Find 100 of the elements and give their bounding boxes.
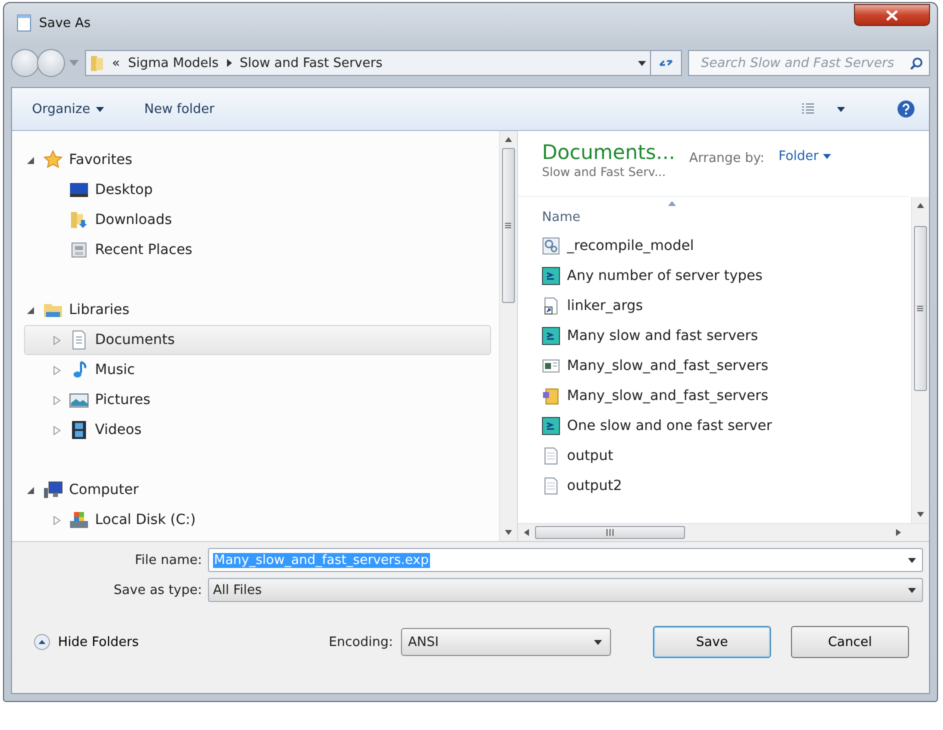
- nav-item[interactable]: Pictures: [24, 385, 491, 415]
- file-name[interactable]: Any number of server types: [567, 268, 763, 284]
- nav-item-label: Videos: [95, 422, 142, 438]
- refresh-icon: [658, 57, 674, 69]
- folder-icon: [90, 54, 104, 72]
- expand-arrow-icon[interactable]: [53, 426, 61, 434]
- window-file-icon: [542, 357, 560, 375]
- file-name-value: Many_slow_and_fast_servers.exp: [213, 552, 430, 568]
- nav-group[interactable]: Libraries: [24, 295, 491, 325]
- caret-icon: [837, 106, 845, 112]
- breadcrumb-item[interactable]: Slow and Fast Servers: [240, 56, 382, 70]
- sort-arrow-icon: [668, 201, 676, 206]
- search-box[interactable]: Search Slow and Fast Servers: [688, 50, 930, 76]
- nav-item-label: Local Disk (C:): [95, 512, 196, 528]
- collapse-arrow-icon[interactable]: [27, 156, 35, 164]
- column-header[interactable]: Name: [542, 210, 580, 225]
- help-icon[interactable]: [897, 100, 915, 118]
- scrollbar[interactable]: [499, 131, 517, 541]
- new-folder-button[interactable]: New folder: [142, 98, 216, 120]
- file-name[interactable]: linker_args: [567, 298, 643, 314]
- refresh-button[interactable]: [650, 50, 682, 76]
- save-as-type-dropdown[interactable]: All Files: [208, 578, 923, 602]
- nav-group-label: Computer: [69, 482, 139, 498]
- nav-group-label: Libraries: [69, 302, 130, 318]
- caret-icon: [638, 60, 646, 66]
- file-name[interactable]: One slow and one fast server: [567, 418, 772, 434]
- window-title: Save As: [39, 16, 92, 30]
- scroll-down-icon[interactable]: [917, 512, 924, 517]
- close-icon: [886, 10, 898, 20]
- folder-download-icon: [69, 210, 89, 230]
- film-strip-icon: [69, 420, 89, 440]
- file-name[interactable]: Many slow and fast servers: [567, 328, 758, 344]
- chevron-up-icon: [34, 634, 50, 650]
- close-button[interactable]: [854, 4, 930, 26]
- scroll-up-icon[interactable]: [505, 137, 512, 142]
- scroll-up-icon[interactable]: [917, 203, 924, 208]
- encoding-label: Encoding:: [328, 634, 393, 650]
- file-name[interactable]: output: [567, 448, 614, 464]
- gear-file-icon: [542, 237, 560, 255]
- nav-item[interactable]: Music: [24, 355, 491, 385]
- cancel-button[interactable]: Cancel: [791, 626, 909, 658]
- file-name[interactable]: _recompile_model: [567, 238, 694, 254]
- text-file-icon: [542, 447, 560, 465]
- nav-item-label: Pictures: [95, 392, 150, 408]
- file-name[interactable]: Many_slow_and_fast_servers: [567, 388, 768, 404]
- save-as-type-label: Save as type:: [112, 582, 202, 598]
- nav-item[interactable]: Recent Places: [24, 235, 491, 265]
- caret-icon: [908, 588, 916, 592]
- file-name[interactable]: Many_slow_and_fast_servers: [567, 358, 768, 374]
- expand-arrow-icon[interactable]: [53, 396, 61, 404]
- expand-arrow-icon[interactable]: [53, 516, 61, 524]
- expand-arrow-icon[interactable]: [53, 336, 61, 344]
- arrange-by-label: Arrange by:: [689, 151, 764, 166]
- nav-item[interactable]: Local Disk (C:): [24, 505, 491, 535]
- hard-disk-icon: [69, 510, 89, 530]
- scroll-left-icon[interactable]: [524, 529, 529, 536]
- nav-item[interactable]: Downloads: [24, 205, 491, 235]
- nav-item-label: Desktop: [95, 182, 153, 198]
- collapse-arrow-icon[interactable]: [27, 486, 35, 494]
- hide-folders-button[interactable]: Hide Folders: [34, 634, 139, 650]
- back-button[interactable]: [11, 49, 39, 77]
- scroll-down-icon[interactable]: [505, 530, 512, 535]
- file-name-label: File name:: [134, 552, 202, 568]
- model-file-icon: [542, 327, 560, 345]
- nav-item[interactable]: Desktop: [24, 175, 491, 205]
- scroll-right-icon[interactable]: [896, 529, 901, 536]
- scrollbar-grip-icon: [917, 305, 924, 312]
- nav-item-label: Recent Places: [95, 242, 192, 258]
- scrollbar[interactable]: [518, 523, 929, 541]
- encoding-dropdown[interactable]: ANSI: [401, 628, 611, 656]
- nav-item[interactable]: Videos: [24, 415, 491, 445]
- nav-item-label: Music: [95, 362, 135, 378]
- search-field[interactable]: Search Slow and Fast Servers: [699, 54, 910, 72]
- nav-item[interactable]: Documents: [24, 325, 491, 355]
- shortcut-file-icon: [542, 297, 560, 315]
- chevron-right-icon[interactable]: [226, 59, 232, 67]
- forward-button[interactable]: [37, 49, 65, 77]
- text-file-icon: [542, 477, 560, 495]
- collapse-arrow-icon[interactable]: [27, 306, 35, 314]
- organize-button[interactable]: Organize: [30, 98, 106, 120]
- list-view-icon: [801, 103, 815, 115]
- scrollbar-grip-icon: [606, 529, 614, 536]
- caret-icon: [908, 558, 916, 562]
- address-bar[interactable]: « Sigma Models Slow and Fast Servers: [85, 50, 651, 76]
- expand-arrow-icon[interactable]: [53, 366, 61, 374]
- nav-item-label: Documents: [95, 332, 175, 348]
- file-name[interactable]: output2: [567, 478, 622, 494]
- arrange-by-dropdown[interactable]: Folder: [778, 149, 831, 164]
- caret-icon: [594, 640, 602, 644]
- nav-group[interactable]: Computer: [24, 475, 491, 505]
- save-button[interactable]: Save: [653, 626, 771, 658]
- scrollbar[interactable]: [911, 197, 929, 523]
- library-subtitle: Slow and Fast Serv...: [542, 165, 667, 179]
- scrollbar-grip-icon: [505, 222, 512, 229]
- breadcrumb-overflow[interactable]: «: [112, 56, 120, 70]
- package-file-icon: [542, 387, 560, 405]
- nav-group[interactable]: Favorites: [24, 145, 491, 175]
- model-file-icon: [542, 267, 560, 285]
- nav-item-label: Downloads: [95, 212, 172, 228]
- breadcrumb-item[interactable]: Sigma Models: [128, 56, 219, 70]
